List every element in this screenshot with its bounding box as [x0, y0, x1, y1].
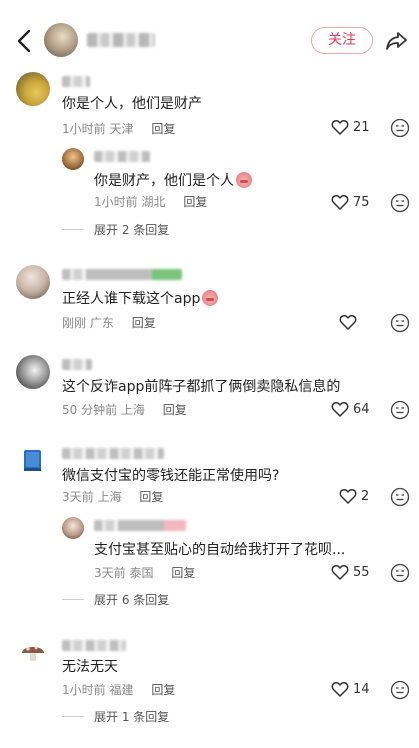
commenter-name-blurred — [62, 359, 92, 370]
share-icon[interactable] — [385, 28, 409, 52]
reply-meta: 3天前 泰国 回复 — [94, 565, 195, 581]
like-count: 64 — [353, 401, 370, 417]
follow-button[interactable]: 关注 — [311, 27, 373, 54]
heart-icon — [331, 565, 349, 580]
emoji-reaction-icon[interactable] — [390, 680, 410, 700]
emoji-reaction-icon[interactable] — [390, 487, 410, 507]
book-avatar-icon[interactable] — [16, 444, 50, 478]
comment-time: 1小时前 — [62, 122, 106, 136]
comment-text: 你是个人，他们是财产 — [62, 96, 202, 112]
commenter-name-blurred — [62, 269, 182, 280]
heart-icon — [339, 315, 357, 330]
commenter-avatar[interactable] — [16, 72, 50, 106]
commenter-avatar[interactable] — [16, 265, 50, 299]
expand-replies-button[interactable]: 展开 1 条回复 — [62, 708, 169, 725]
replier-avatar[interactable] — [62, 517, 84, 539]
like-button[interactable] — [339, 314, 361, 330]
reply-button[interactable]: 回复 — [171, 566, 195, 580]
emoji-reaction-icon[interactable] — [390, 400, 410, 420]
comment-time: 3天前 — [62, 490, 94, 504]
comment-location: 天津 — [109, 122, 134, 136]
like-count: 75 — [353, 194, 370, 210]
like-count: 14 — [353, 681, 370, 697]
expand-replies-button[interactable]: 展开 2 条回复 — [62, 221, 169, 238]
reply-text-content: 你是财产，他们是个人 — [94, 173, 234, 189]
reply-button[interactable]: 回复 — [183, 195, 207, 209]
like-button[interactable]: 55 — [331, 564, 370, 580]
comment-meta: 50 分钟前 上海 回复 — [62, 402, 187, 418]
mushroom-avatar-icon[interactable] — [16, 636, 50, 670]
commenter-name-blurred — [62, 76, 90, 87]
emoji-reaction-icon[interactable] — [390, 563, 410, 583]
replier-avatar[interactable] — [62, 148, 84, 170]
comment-location: 福建 — [109, 683, 134, 697]
comment-text: 这个反诈app前阵子都抓了俩倒卖隐私信息的 — [62, 379, 341, 395]
like-button[interactable]: 2 — [339, 488, 369, 504]
expand-replies-label: 展开 2 条回复 — [94, 223, 170, 237]
heart-icon — [331, 682, 349, 697]
heart-icon — [331, 195, 349, 210]
reply-location: 湖北 — [141, 195, 166, 209]
comment-text: 无法无天 — [62, 659, 118, 675]
divider-line — [62, 229, 84, 230]
comment-location: 广东 — [89, 316, 114, 330]
reply-button[interactable]: 回复 — [132, 316, 156, 330]
like-count: 2 — [361, 488, 370, 504]
reply-button[interactable]: 回复 — [151, 122, 175, 136]
like-button[interactable]: 21 — [331, 119, 370, 135]
expand-replies-button[interactable]: 展开 6 条回复 — [62, 591, 169, 608]
author-name-blurred — [87, 33, 155, 47]
like-button[interactable]: 75 — [331, 194, 370, 210]
top-bar: 关注 — [0, 0, 419, 80]
reply-button[interactable]: 回复 — [163, 403, 187, 417]
reply-time: 3天前 — [94, 566, 126, 580]
divider-line — [62, 599, 84, 600]
expand-replies-label: 展开 6 条回复 — [94, 593, 170, 607]
reply-location: 泰国 — [129, 566, 154, 580]
reply-time: 1小时前 — [94, 195, 138, 209]
comment-meta: 3天前 上海 回复 — [62, 489, 163, 505]
like-button[interactable]: 14 — [331, 681, 370, 697]
pig-emoji-icon — [202, 290, 219, 306]
author-avatar[interactable] — [44, 23, 78, 57]
back-arrow-icon[interactable] — [14, 27, 36, 55]
commenter-avatar[interactable] — [16, 355, 50, 389]
comment-text-content: 正经人谁下载这个app — [62, 291, 201, 307]
comment-time: 50 分钟前 — [62, 403, 118, 417]
comment-time: 1小时前 — [62, 683, 106, 697]
heart-icon — [331, 120, 349, 135]
pig-emoji-icon — [236, 172, 252, 188]
replier-name-blurred — [94, 520, 186, 531]
reply-button[interactable]: 回复 — [151, 683, 175, 697]
divider-line — [62, 716, 84, 717]
emoji-reaction-icon[interactable] — [390, 118, 410, 138]
comment-time: 刚刚 — [62, 316, 87, 330]
comment-text: 微信支付宝的零钱还能正常使用吗? — [62, 468, 280, 484]
emoji-reaction-icon[interactable] — [390, 193, 410, 213]
reply-text: 支付宝甚至贴心的自动给我打开了花呗... — [94, 542, 346, 558]
commenter-name-blurred — [62, 640, 126, 651]
comment-meta: 刚刚 广东 回复 — [62, 315, 156, 331]
heart-icon — [339, 489, 357, 504]
comment-meta: 1小时前 福建 回复 — [62, 682, 175, 698]
reply-button[interactable]: 回复 — [139, 490, 163, 504]
reply-text: 你是财产，他们是个人 — [94, 172, 252, 190]
like-count: 55 — [353, 564, 370, 580]
comment-location: 上海 — [97, 490, 122, 504]
like-count: 21 — [353, 119, 370, 135]
comment-text: 正经人谁下载这个app — [62, 290, 219, 308]
emoji-reaction-icon[interactable] — [390, 313, 410, 333]
replier-name-blurred — [94, 151, 150, 162]
reply-meta: 1小时前 湖北 回复 — [94, 194, 207, 210]
comment-location: 上海 — [120, 403, 145, 417]
like-button[interactable]: 64 — [331, 401, 370, 417]
commenter-name-blurred — [62, 448, 164, 459]
heart-icon — [331, 402, 349, 417]
comment-meta: 1小时前 天津 回复 — [62, 121, 175, 137]
expand-replies-label: 展开 1 条回复 — [94, 710, 170, 724]
